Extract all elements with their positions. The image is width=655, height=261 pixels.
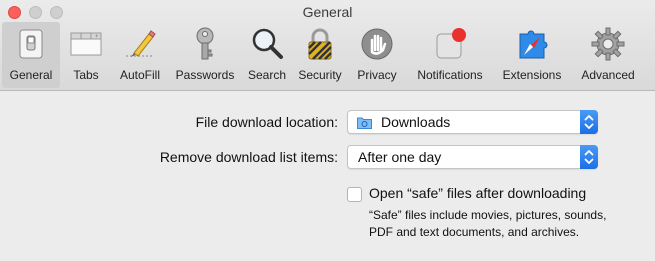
tab-extensions-label: Extensions: [502, 68, 562, 82]
tabs-icon: +: [70, 32, 102, 56]
tab-extensions[interactable]: Extensions: [494, 22, 570, 88]
remove-items-value: After one day: [358, 149, 442, 165]
tab-privacy[interactable]: Privacy: [348, 22, 406, 88]
tab-notifications-label: Notifications: [417, 68, 483, 82]
preferences-window: General General + Tabs AutoFill Password…: [0, 0, 655, 261]
toolbar: General General + Tabs AutoFill Password…: [0, 0, 655, 91]
tab-privacy-label: Privacy: [357, 68, 397, 82]
autofill-pencil-icon: [126, 30, 156, 57]
window-title: General: [302, 4, 353, 20]
gear-icon: [591, 27, 625, 61]
general-switch-icon: [19, 29, 43, 59]
notifications-badge-icon: [436, 28, 466, 59]
puzzle-compass-icon: [519, 30, 548, 59]
tab-advanced[interactable]: Advanced: [570, 22, 646, 88]
updown-chevron-icon: [584, 150, 594, 164]
download-location-value: Downloads: [381, 114, 451, 130]
download-location-stepper[interactable]: [580, 110, 598, 134]
tab-search-label: Search: [247, 68, 287, 82]
tab-advanced-label: Advanced: [581, 68, 635, 82]
tab-notifications[interactable]: Notifications: [406, 22, 494, 88]
open-safe-files-label[interactable]: Open “safe” files after downloading: [369, 185, 586, 201]
hand-icon: [361, 28, 393, 60]
padlock-icon: [308, 28, 332, 60]
preference-tabs: General + Tabs AutoFill Passwords Search…: [2, 22, 646, 88]
tab-passwords-label: Passwords: [175, 68, 235, 82]
magnifier-icon: [252, 28, 283, 59]
tab-general[interactable]: General: [2, 22, 60, 88]
open-safe-files-checkbox[interactable]: [347, 187, 362, 202]
download-location-popup[interactable]: Downloads: [347, 110, 598, 134]
safe-files-help-text: “Safe” files include movies, pictures, s…: [369, 208, 607, 239]
tab-passwords[interactable]: Passwords: [168, 22, 242, 88]
tab-security-label: Security: [298, 68, 342, 82]
remove-items-popup[interactable]: After one day: [347, 145, 598, 169]
updown-chevron-icon: [584, 115, 594, 129]
tab-autofill-label: AutoFill: [119, 68, 160, 82]
download-location-label: File download location:: [195, 114, 338, 130]
svg-text:+: +: [95, 34, 99, 40]
tab-autofill[interactable]: AutoFill: [112, 22, 168, 88]
tab-general-label: General: [9, 68, 53, 82]
tab-tabs[interactable]: + Tabs: [60, 22, 112, 88]
tab-security[interactable]: Security: [292, 22, 348, 88]
folder-icon: [357, 117, 372, 129]
tab-search[interactable]: Search: [242, 22, 292, 88]
tab-tabs-label: Tabs: [73, 68, 99, 82]
remove-items-stepper[interactable]: [580, 145, 598, 169]
key-icon: [196, 27, 214, 60]
remove-items-label: Remove download list items:: [159, 149, 338, 165]
